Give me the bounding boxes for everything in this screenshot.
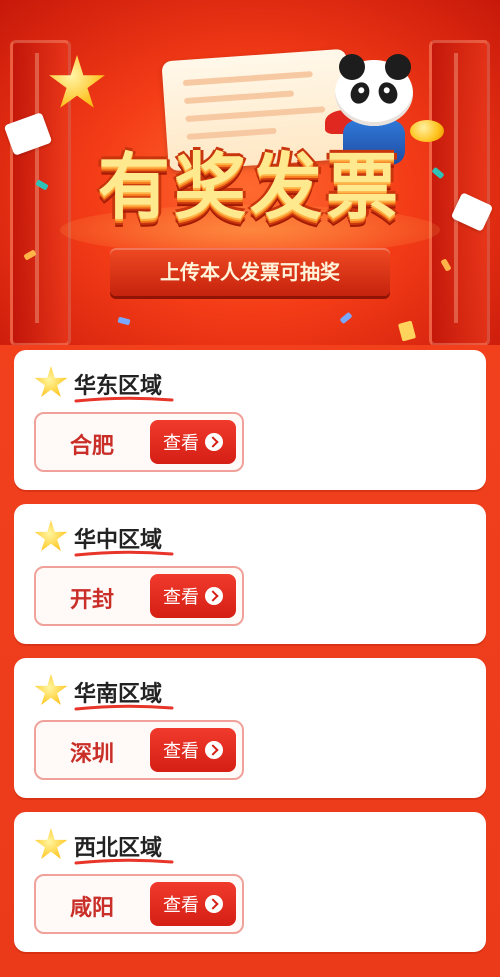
arrow-right-icon [205, 895, 223, 913]
title-underline [74, 396, 174, 403]
subtitle-ribbon: 上传本人发票可抽奖 [110, 248, 390, 296]
promo-banner: 有奖发票 上传本人发票可抽奖 [0, 0, 500, 345]
confetti [397, 320, 417, 342]
view-button-label: 查看 [163, 433, 199, 454]
view-button[interactable]: 查看 [150, 574, 236, 618]
view-button[interactable]: 查看 [150, 420, 236, 464]
city-name: 合肥 [70, 434, 115, 459]
title-underline [74, 858, 174, 865]
star-icon [34, 828, 68, 859]
title-underline [74, 550, 174, 557]
confetti [339, 311, 353, 325]
view-button[interactable]: 查看 [150, 882, 236, 926]
star-icon [34, 520, 68, 551]
view-button-label: 查看 [163, 895, 199, 916]
city-item[interactable]: 合肥 查看 [34, 412, 244, 472]
city-name: 开封 [70, 588, 115, 613]
arrow-right-icon [205, 741, 223, 759]
arrow-right-icon [205, 433, 223, 451]
region-card-south: 华南区域 深圳 查看 [14, 658, 486, 798]
view-button-label: 查看 [163, 587, 199, 608]
view-button-label: 查看 [163, 741, 199, 762]
city-name: 咸阳 [70, 896, 115, 921]
region-card-central: 华中区域 开封 查看 [14, 504, 486, 644]
confetti [117, 316, 131, 326]
city-item[interactable]: 开封 查看 [34, 566, 244, 626]
region-card-northwest: 西北区域 咸阳 查看 [14, 812, 486, 952]
city-item[interactable]: 深圳 查看 [34, 720, 244, 780]
region-card-east: 华东区域 合肥 查看 [14, 350, 486, 490]
title-underline [74, 704, 174, 711]
star-icon [34, 674, 68, 705]
page-title: 有奖发票 [97, 145, 402, 229]
star-icon [34, 366, 68, 397]
view-button[interactable]: 查看 [150, 728, 236, 772]
city-item[interactable]: 咸阳 查看 [34, 874, 244, 934]
city-name: 深圳 [70, 742, 115, 767]
arrow-right-icon [205, 587, 223, 605]
